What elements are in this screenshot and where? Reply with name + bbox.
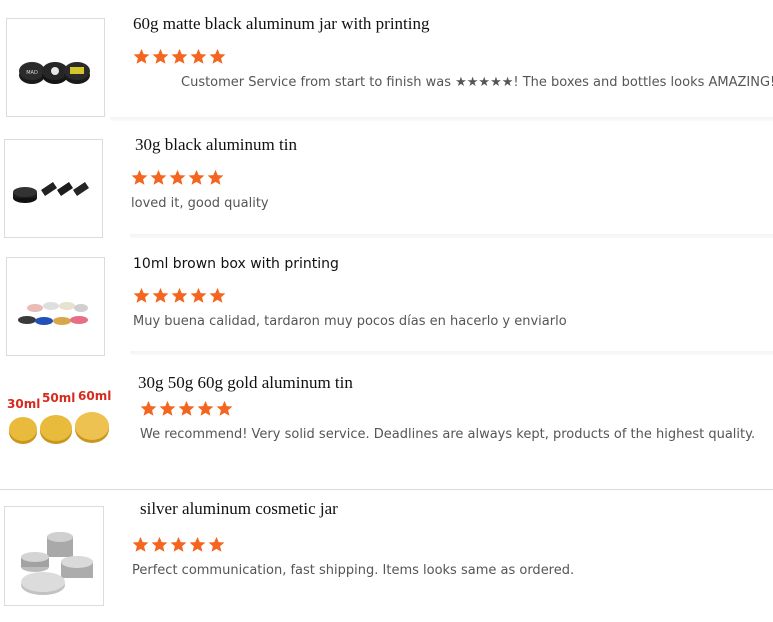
review-text: Muy buena calidad, tardaron muy pocos dí… <box>133 314 567 329</box>
product-title[interactable]: 60g matte black aluminum jar with printi… <box>133 14 430 34</box>
star-icon <box>190 287 207 304</box>
star-icon <box>216 400 233 417</box>
star-icon <box>132 536 149 553</box>
size-label: 30ml <box>7 397 40 411</box>
product-title[interactable]: 10ml brown box with printing <box>133 256 339 272</box>
star-icon <box>209 48 226 65</box>
star-icon <box>178 400 195 417</box>
review-text: We recommend! Very solid service. Deadli… <box>140 427 756 442</box>
gold-tins-image: 30ml 50ml 60ml <box>7 389 111 444</box>
star-icon <box>151 536 168 553</box>
product-thumbnail[interactable]: MAD <box>6 18 105 117</box>
svg-text:MAD: MAD <box>26 70 38 76</box>
star-icon <box>150 169 167 186</box>
star-rating <box>132 536 225 553</box>
star-icon <box>170 536 187 553</box>
product-title[interactable]: 30g black aluminum tin <box>135 135 297 155</box>
star-icon <box>171 48 188 65</box>
size-label: 60ml <box>78 389 111 403</box>
review-text: loved it, good quality <box>131 196 269 211</box>
product-thumbnail[interactable]: 30ml 50ml 60ml <box>2 376 114 456</box>
star-icon <box>152 287 169 304</box>
silver-jars-image <box>21 532 93 595</box>
star-icon <box>189 536 206 553</box>
star-rating <box>133 287 226 304</box>
star-icon <box>140 400 157 417</box>
black-tins-image <box>13 182 89 203</box>
review-text: Perfect communication, fast shipping. It… <box>132 563 575 578</box>
divider <box>0 489 773 490</box>
product-title[interactable]: silver aluminum cosmetic jar <box>140 499 338 519</box>
star-icon <box>171 287 188 304</box>
star-icon <box>133 48 150 65</box>
star-icon <box>152 48 169 65</box>
divider <box>110 117 773 121</box>
product-thumbnail[interactable] <box>6 257 105 356</box>
divider <box>130 234 773 238</box>
star-icon <box>209 287 226 304</box>
star-rating <box>133 48 226 65</box>
star-icon <box>133 287 150 304</box>
divider <box>130 351 773 355</box>
size-label: 50ml <box>42 391 75 405</box>
star-icon <box>159 400 176 417</box>
star-rating <box>131 169 224 186</box>
star-icon <box>131 169 148 186</box>
star-rating <box>140 400 233 417</box>
star-icon <box>190 48 207 65</box>
star-icon <box>208 536 225 553</box>
black-jars-with-printing-image: MAD <box>19 62 90 84</box>
colored-tins-image <box>18 302 88 325</box>
product-thumbnail[interactable] <box>4 506 104 606</box>
star-icon <box>207 169 224 186</box>
product-thumbnail[interactable] <box>4 139 103 238</box>
star-icon <box>188 169 205 186</box>
star-icon <box>169 169 186 186</box>
star-icon <box>197 400 214 417</box>
review-text: Customer Service from start to finish wa… <box>181 75 773 90</box>
product-title[interactable]: 30g 50g 60g gold aluminum tin <box>138 373 353 393</box>
